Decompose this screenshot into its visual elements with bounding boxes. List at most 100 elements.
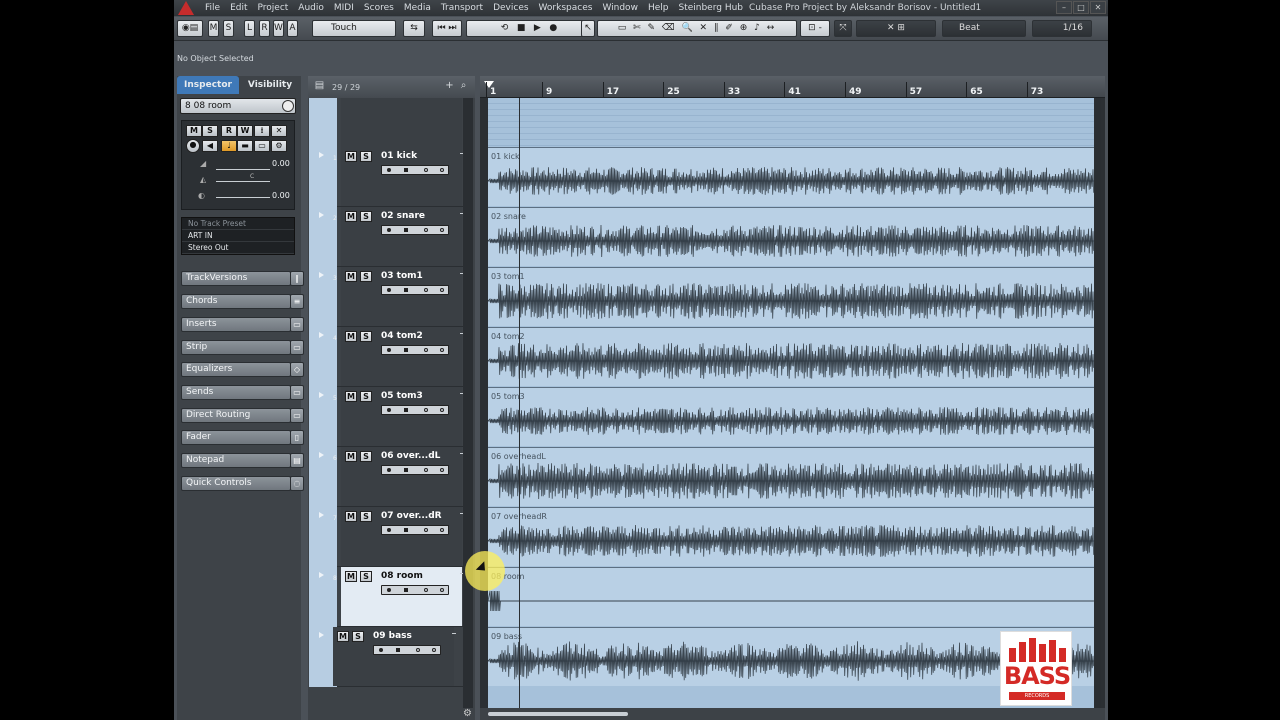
snap-on-button[interactable]: ⤧ [834, 20, 852, 37]
track-header[interactable]: 2 M S 02 snare [309, 207, 473, 267]
find-track-icon[interactable]: ⌕ [458, 81, 469, 92]
track-header[interactable]: 7 M S 07 over...dR [309, 507, 473, 567]
edit-icon[interactable] [424, 168, 428, 172]
monitor-icon[interactable] [404, 588, 408, 592]
state-r-button[interactable]: R [259, 20, 270, 37]
expand-arrow-icon[interactable] [319, 452, 324, 458]
monitor-button[interactable]: ◀ [202, 140, 218, 152]
track-list-scrollbar[interactable] [463, 98, 473, 708]
menu-scores[interactable]: Scores [359, 0, 399, 16]
audio-event[interactable]: 02 snare [488, 207, 1094, 266]
project-cursor[interactable] [519, 98, 520, 708]
menu-project[interactable]: Project [253, 0, 294, 16]
monitor-icon[interactable] [404, 468, 408, 472]
edit-icon[interactable] [424, 528, 428, 532]
expand-arrow-icon[interactable] [319, 512, 324, 518]
section-equalizers[interactable]: Equalizers ◇ [181, 362, 304, 377]
read-icon[interactable] [440, 588, 444, 592]
read-icon[interactable] [440, 288, 444, 292]
record-icon[interactable] [387, 288, 391, 292]
monitor-icon[interactable] [404, 528, 408, 532]
edit-icon[interactable] [424, 228, 428, 232]
track-solo-button[interactable]: S [360, 211, 372, 222]
track-mute-button[interactable]: M [345, 391, 357, 402]
track-mute-button[interactable]: M [345, 571, 357, 582]
record-icon[interactable] [379, 648, 383, 652]
scroll-thumb[interactable] [488, 712, 628, 716]
folder-track[interactable] [309, 98, 473, 147]
transport-buttons[interactable]: ⟲ ■ ▶ ● [466, 20, 592, 37]
menu-steinberg-hub[interactable]: Steinberg Hub [673, 0, 748, 16]
track-solo-button[interactable]: S [352, 631, 364, 642]
track-mute-button[interactable]: M [345, 511, 357, 522]
event-vertical-scrollbar[interactable] [1095, 98, 1101, 708]
freeze-button[interactable]: ⁞ [254, 125, 270, 137]
monitor-icon[interactable] [404, 168, 408, 172]
edit-channel-icon[interactable] [282, 100, 294, 112]
track-solo-button[interactable]: S [360, 331, 372, 342]
monitor-icon[interactable] [404, 288, 408, 292]
track-controls-row[interactable] [381, 405, 449, 415]
pan-slider[interactable] [216, 181, 270, 182]
ruler[interactable]: 1 9 17 25 33 41 49 57 65 73 [480, 76, 1105, 98]
track-solo-button[interactable]: S [360, 511, 372, 522]
menu-window[interactable]: Window [597, 0, 643, 16]
section-sends[interactable]: Sends ▭ [181, 385, 304, 400]
menu-devices[interactable]: Devices [488, 0, 533, 16]
audio-event[interactable]: 07 overheadR [488, 507, 1094, 566]
snap-button[interactable]: ⊡ - [800, 20, 830, 37]
track-solo-button[interactable]: S [360, 391, 372, 402]
input-routing[interactable]: ART IN [182, 230, 294, 242]
edit-icon[interactable] [424, 288, 428, 292]
bypass-button[interactable]: ✕ [271, 125, 287, 137]
track-header[interactable]: 6 M S 06 over...dL [309, 447, 473, 507]
track-controls-row[interactable] [381, 525, 449, 535]
state-m-button[interactable]: M [208, 20, 219, 37]
event-display[interactable]: 01 kick 02 snare 03 tom1 04 tom2 05 tom3 06 o… [488, 98, 1094, 708]
section-strip[interactable]: Strip ▭ [181, 340, 304, 355]
state-s-button[interactable]: S [223, 20, 234, 37]
track-header[interactable]: 1 M S 01 kick [309, 147, 473, 207]
record-icon[interactable] [387, 468, 391, 472]
track-preset-field[interactable]: No Track Preset [182, 218, 294, 230]
read-icon[interactable] [440, 228, 444, 232]
audio-event[interactable]: 03 tom1 [488, 267, 1094, 326]
audio-event[interactable]: 08 room [488, 567, 1094, 626]
menu-midi[interactable]: MIDI [329, 0, 359, 16]
read-icon[interactable] [440, 468, 444, 472]
track-solo-button[interactable]: S [360, 571, 372, 582]
expand-arrow-icon[interactable] [319, 632, 324, 638]
track-name[interactable]: 04 tom2 [381, 331, 423, 341]
state-a-button[interactable]: A [287, 20, 298, 37]
read-icon[interactable] [440, 408, 444, 412]
menu-transport[interactable]: Transport [436, 0, 488, 16]
track-mute-button[interactable]: M [345, 151, 357, 162]
tool-buttons[interactable]: ▭ ✄ ✎ ⌫ 🔍 ✕ ∥ ✐ ⊕ ♪ ↔ [597, 20, 797, 37]
section-fader[interactable]: Fader ▯ [181, 430, 304, 445]
settings-button[interactable]: ⚙ [271, 140, 287, 152]
track-name[interactable]: 08 room [381, 571, 423, 581]
section-chords[interactable]: Chords ≡ [181, 294, 304, 309]
lanes-button[interactable]: ▭ [254, 140, 270, 152]
audio-event[interactable]: 06 overheadL [488, 447, 1094, 506]
track-name[interactable]: 02 snare [381, 211, 425, 221]
track-name[interactable]: 07 over...dR [381, 511, 442, 521]
section-notepad[interactable]: Notepad ▤ [181, 453, 304, 468]
track-mute-button[interactable]: M [337, 631, 349, 642]
section-inserts[interactable]: Inserts ▭ [181, 317, 304, 332]
snap-type-select[interactable]: Beat [942, 20, 1026, 37]
read-button[interactable]: R [221, 125, 237, 137]
menu-help[interactable]: Help [643, 0, 674, 16]
edit-icon[interactable] [424, 588, 428, 592]
expand-arrow-icon[interactable] [319, 272, 324, 278]
track-name[interactable]: 03 tom1 [381, 271, 423, 281]
menu-media[interactable]: Media [399, 0, 436, 16]
track-header[interactable]: 3 M S 03 tom1 [309, 267, 473, 327]
mute-button[interactable]: M [186, 125, 202, 137]
add-track-icon[interactable]: + [444, 81, 455, 92]
tab-visibility[interactable]: Visibility [239, 76, 301, 94]
record-icon[interactable] [387, 168, 391, 172]
close-button[interactable]: ✕ [1090, 1, 1106, 14]
event-horizontal-scrollbar[interactable] [480, 708, 1105, 720]
record-icon[interactable] [387, 528, 391, 532]
